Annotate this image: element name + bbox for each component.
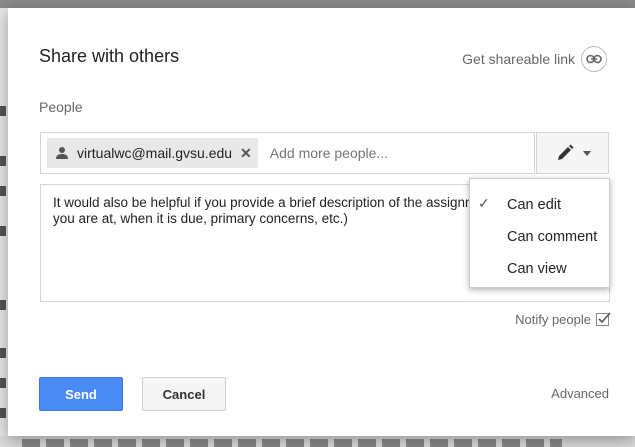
recipient-email: virtualwc@mail.gvsu.edu [77, 145, 233, 161]
people-input-box[interactable]: virtualwc@mail.gvsu.edu ✕ [40, 132, 535, 174]
person-icon [56, 147, 68, 159]
menu-item-can-edit[interactable]: ✓ Can edit [470, 189, 609, 221]
get-shareable-link-button[interactable]: Get shareable link [462, 46, 607, 72]
pencil-icon [557, 144, 573, 160]
add-more-people-input[interactable] [267, 144, 472, 162]
send-button[interactable]: Send [39, 377, 123, 411]
permission-menu: ✓ Can edit Can comment Can view [469, 178, 610, 288]
background-document-text [0, 436, 635, 447]
menu-item-label: Can edit [507, 197, 562, 213]
check-icon [598, 312, 611, 324]
remove-recipient-close-icon[interactable]: ✕ [240, 145, 252, 162]
notify-people-label: Notify people [515, 312, 591, 327]
background-document-margin [0, 8, 8, 447]
recipient-chip: virtualwc@mail.gvsu.edu ✕ [47, 138, 258, 168]
notify-people-checkbox[interactable] [596, 312, 611, 326]
people-label: People [39, 99, 83, 115]
check-icon: ✓ [478, 195, 490, 211]
permission-dropdown-button[interactable] [536, 132, 609, 174]
caret-down-icon [582, 150, 591, 156]
notify-people: Notify people [515, 312, 611, 327]
menu-item-can-view[interactable]: Can view [470, 253, 609, 285]
menu-item-label: Can view [507, 261, 567, 277]
link-icon[interactable] [581, 46, 607, 72]
get-shareable-link-label: Get shareable link [462, 51, 575, 67]
cancel-button[interactable]: Cancel [142, 377, 226, 411]
menu-item-can-comment[interactable]: Can comment [470, 221, 609, 253]
dialog-title: Share with others [39, 46, 180, 66]
menu-item-label: Can comment [507, 229, 598, 245]
share-dialog: Share with others Get shareable link Peo… [8, 8, 635, 436]
advanced-link[interactable]: Advanced [551, 386, 609, 401]
